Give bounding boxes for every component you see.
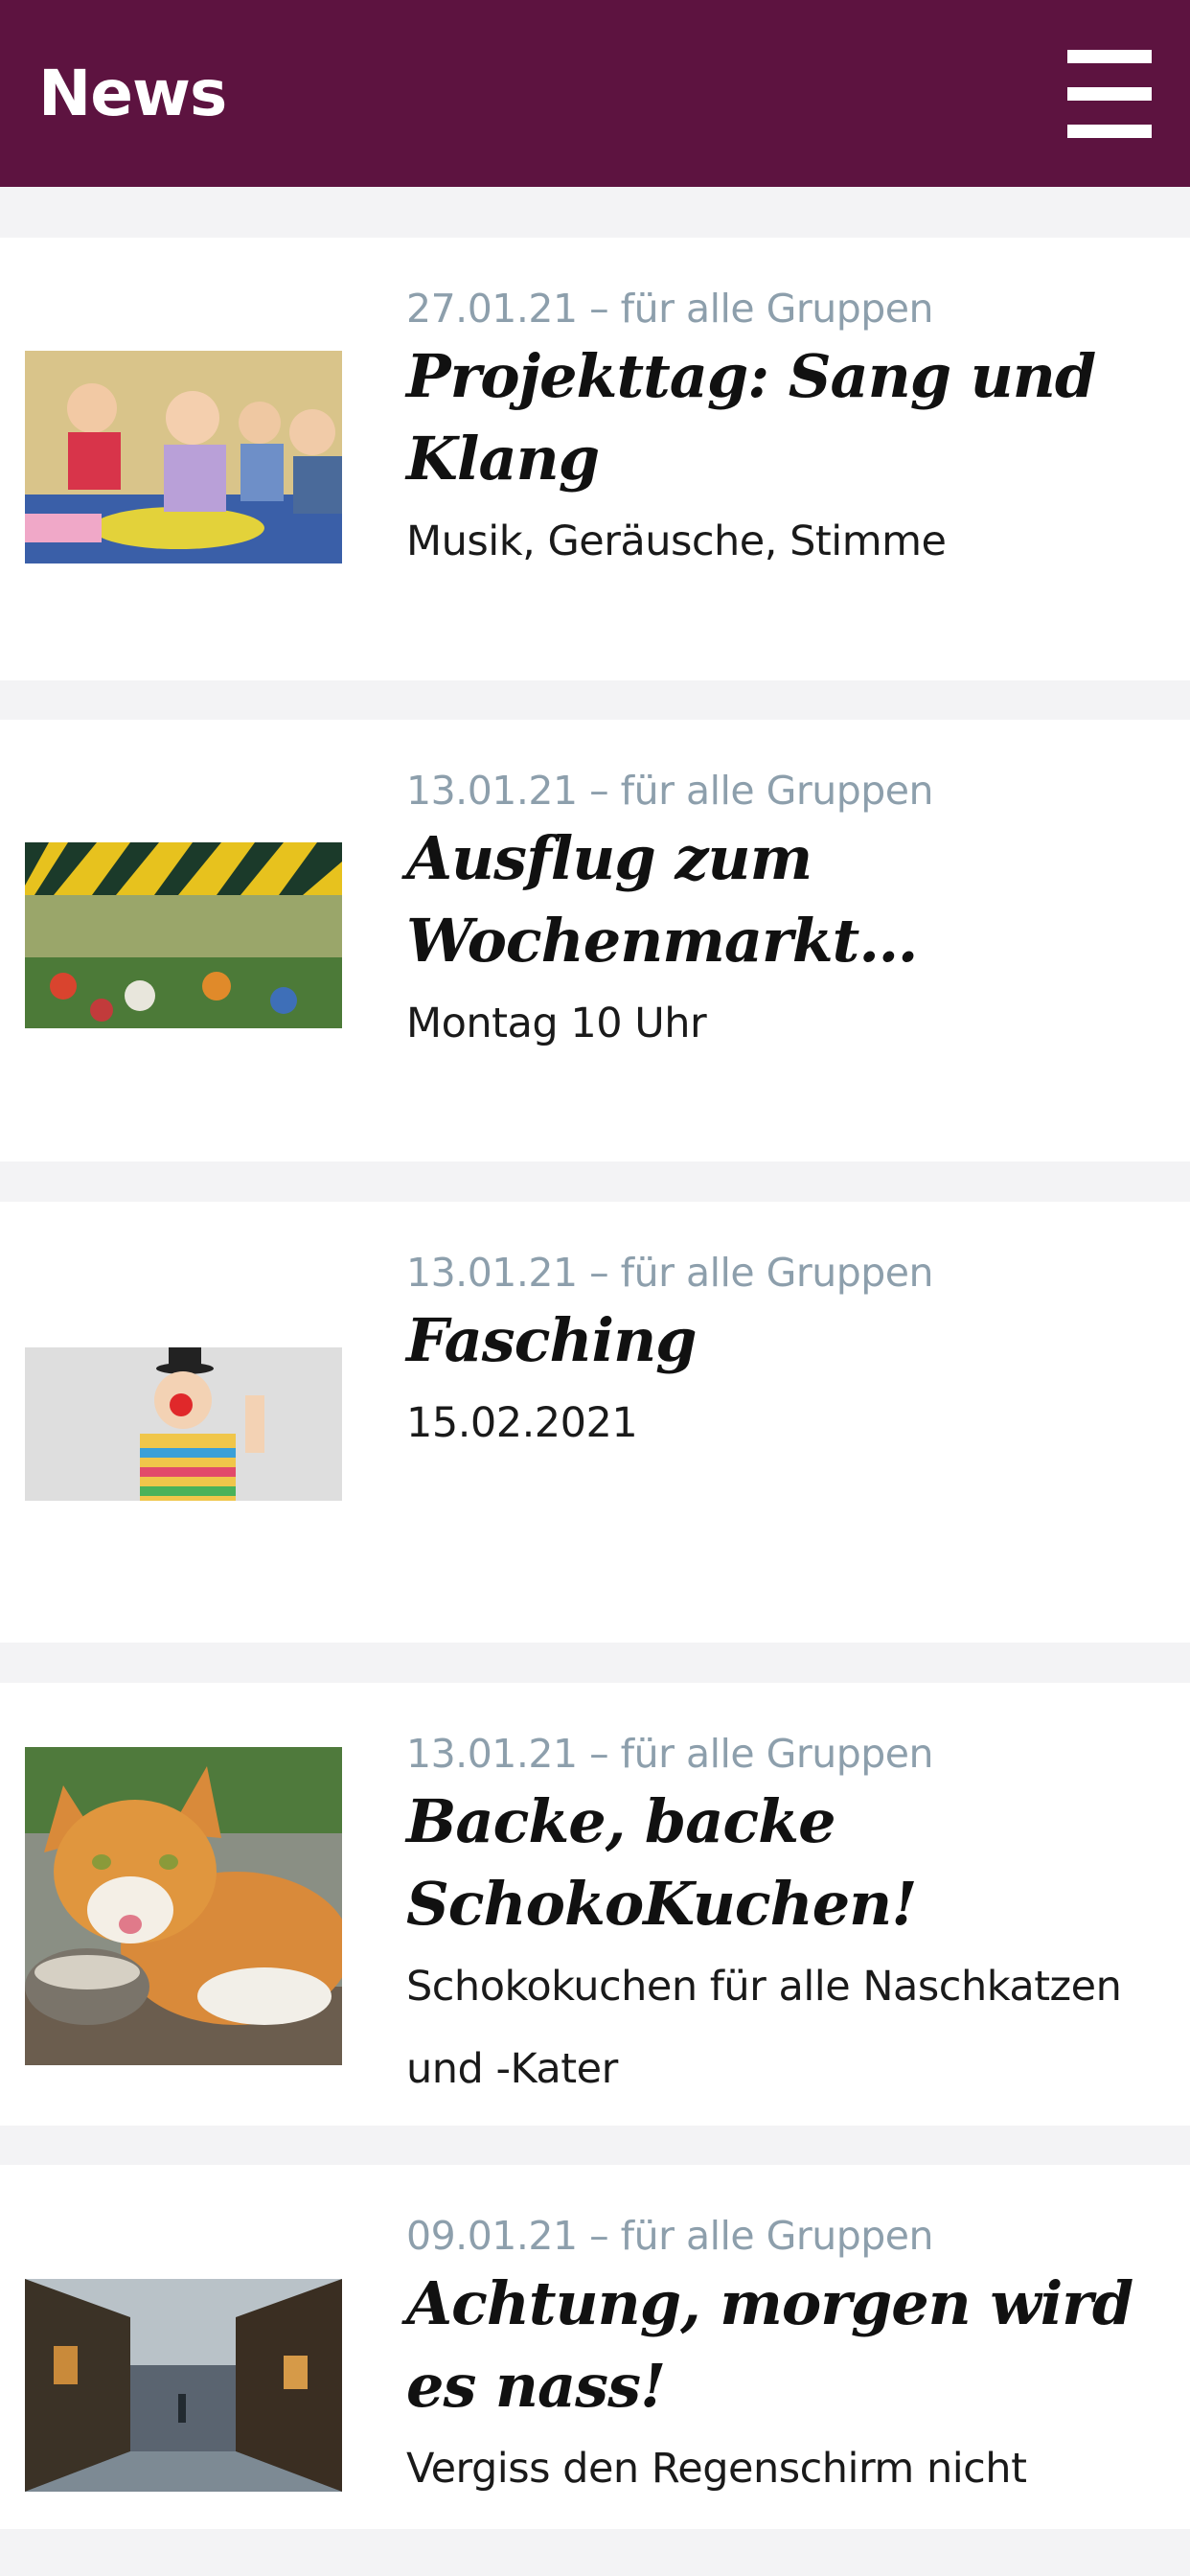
- news-title[interactable]: Ausflug zum Wochenmarkt…: [406, 817, 1152, 982]
- news-title[interactable]: Fasching: [406, 1300, 1152, 1382]
- app-header: News: [0, 0, 1190, 187]
- hamburger-menu-icon[interactable]: [1067, 49, 1152, 138]
- page-title: News: [38, 57, 227, 130]
- news-description: Vergiss den Regenschirm nicht: [406, 2445, 1027, 2493]
- news-description: Musik, Geräusche, Stimme: [406, 518, 947, 565]
- news-item[interactable]: 27.01.21 – für alle Gruppen Projekttag: …: [0, 238, 1190, 680]
- news-meta: 13.01.21 – für alle Gruppen: [406, 1731, 934, 1777]
- news-title[interactable]: Projekttag: Sang und Klang: [406, 335, 1152, 500]
- menu-bar: [1067, 86, 1152, 101]
- news-item[interactable]: 13.01.21 – für alle Gruppen Fasching 15.…: [0, 1202, 1190, 1643]
- cat-photo: [25, 1747, 342, 2065]
- news-description: Montag 10 Uhr: [406, 1000, 707, 1047]
- news-meta: 13.01.21 – für alle Gruppen: [406, 768, 934, 814]
- news-title[interactable]: Backe, backe SchokoKuchen!: [406, 1781, 1152, 1945]
- news-meta: 13.01.21 – für alle Gruppen: [406, 1250, 934, 1296]
- market-stall-photo: [25, 842, 342, 1028]
- news-meta: 09.01.21 – für alle Gruppen: [406, 2213, 934, 2259]
- menu-bar: [1067, 124, 1152, 138]
- rainy-street-photo: [25, 2279, 342, 2492]
- news-item[interactable]: 09.01.21 – für alle Gruppen Achtung, mor…: [0, 2165, 1190, 2529]
- news-description: Schokokuchen für alle Naschkatzen und -K…: [406, 1963, 1122, 2093]
- news-item[interactable]: 13.01.21 – für alle Gruppen Backe, backe…: [0, 1683, 1190, 2126]
- clown-child-photo: [25, 1347, 342, 1501]
- children-music-photo: [25, 351, 342, 564]
- menu-bar: [1067, 49, 1152, 63]
- news-item[interactable]: 13.01.21 – für alle Gruppen Ausflug zum …: [0, 720, 1190, 1162]
- news-title[interactable]: Achtung, morgen wird es nass!: [406, 2263, 1152, 2427]
- news-description: 15.02.2021: [406, 1399, 638, 1447]
- news-meta: 27.01.21 – für alle Gruppen: [406, 286, 934, 332]
